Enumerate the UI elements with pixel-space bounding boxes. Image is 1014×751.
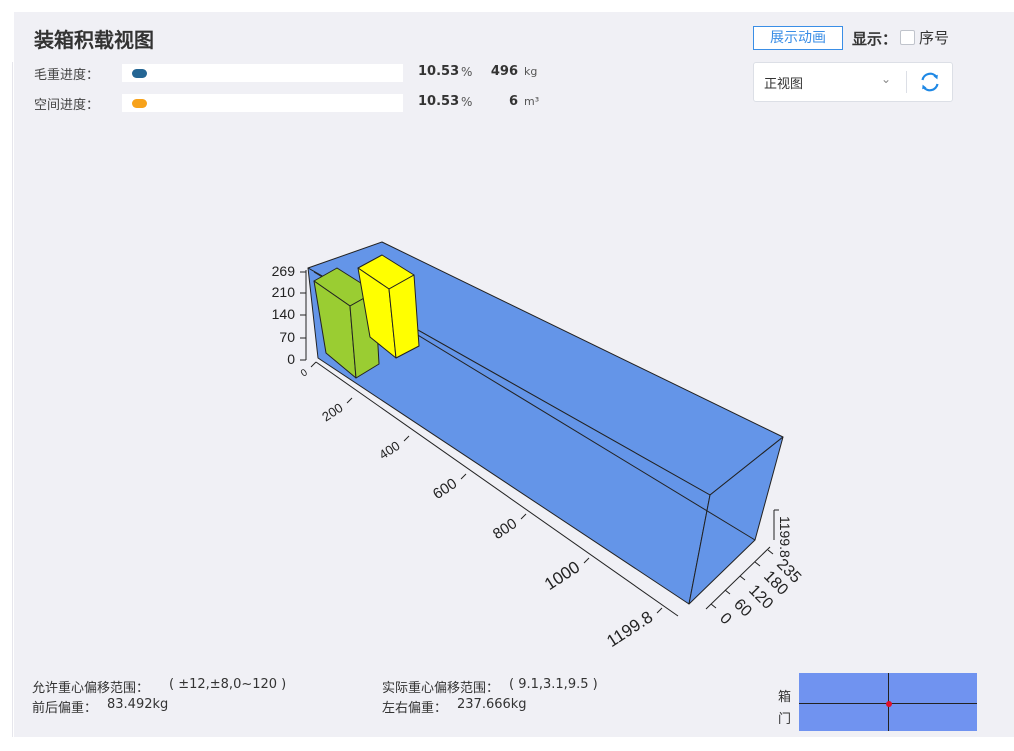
x-tick-label: 600 (430, 475, 460, 503)
depth-tick-label: 1199.8 (777, 516, 793, 558)
x-tick-label: 1199.8 (603, 607, 656, 651)
actual-cg-label: 实际重心偏移范围： (382, 681, 500, 696)
y-tick-mark (767, 549, 774, 555)
door-label-bottom: 门 (778, 712, 792, 727)
x-tick-mark (310, 361, 317, 368)
x-tick-mark (583, 557, 590, 564)
allowed-cg-label: 允许重心偏移范围： (32, 681, 150, 696)
front-back-label: 前后偏重： (32, 701, 98, 716)
x-tick-mark (656, 607, 663, 614)
y-tick-mark (710, 603, 717, 609)
z-tick-label: 269 (272, 263, 296, 279)
container-3d-chart: 269210140700020040060080010001199.8 06012… (272, 241, 804, 651)
x-tick-label: 200 (319, 400, 345, 424)
z-tick-label: 140 (272, 306, 296, 322)
z-tick-label: 0 (287, 351, 295, 367)
stowage-view-panel: 装箱积载视图 毛重进度： 10.53 % 496 kg 空间进度： 10.53 … (14, 12, 1014, 737)
door-cg-minimap (799, 673, 977, 731)
x-tick-label: 400 (376, 438, 402, 462)
y-tick-mark (754, 561, 761, 567)
z-tick-label: 70 (279, 329, 295, 345)
z-tick-label: 210 (272, 284, 296, 300)
x-tick-mark (460, 473, 467, 480)
y-tick-mark (724, 589, 731, 595)
y-tick-mark (739, 575, 746, 581)
x-tick-mark (346, 397, 353, 404)
x-tick-mark (403, 435, 410, 442)
y-tick-label: 0 (716, 610, 734, 628)
front-back-value: 83.492kg (107, 697, 169, 712)
allowed-cg-value: ( ±12,±8,0~120 ) (169, 677, 287, 692)
x-tick-label: 0 (299, 367, 310, 379)
x-tick-mark (520, 513, 527, 520)
left-right-value: 237.666kg (457, 697, 527, 712)
x-tick-label: 1000 (541, 557, 583, 594)
center-of-gravity-dot (886, 701, 892, 707)
actual-cg-value: ( 9.1,3.1,9.5 ) (509, 677, 598, 692)
left-edge-panel (0, 62, 13, 737)
x-tick-label: 800 (490, 515, 520, 543)
door-label-top: 箱 (778, 690, 792, 705)
left-right-label: 左右偏重： (382, 701, 448, 716)
